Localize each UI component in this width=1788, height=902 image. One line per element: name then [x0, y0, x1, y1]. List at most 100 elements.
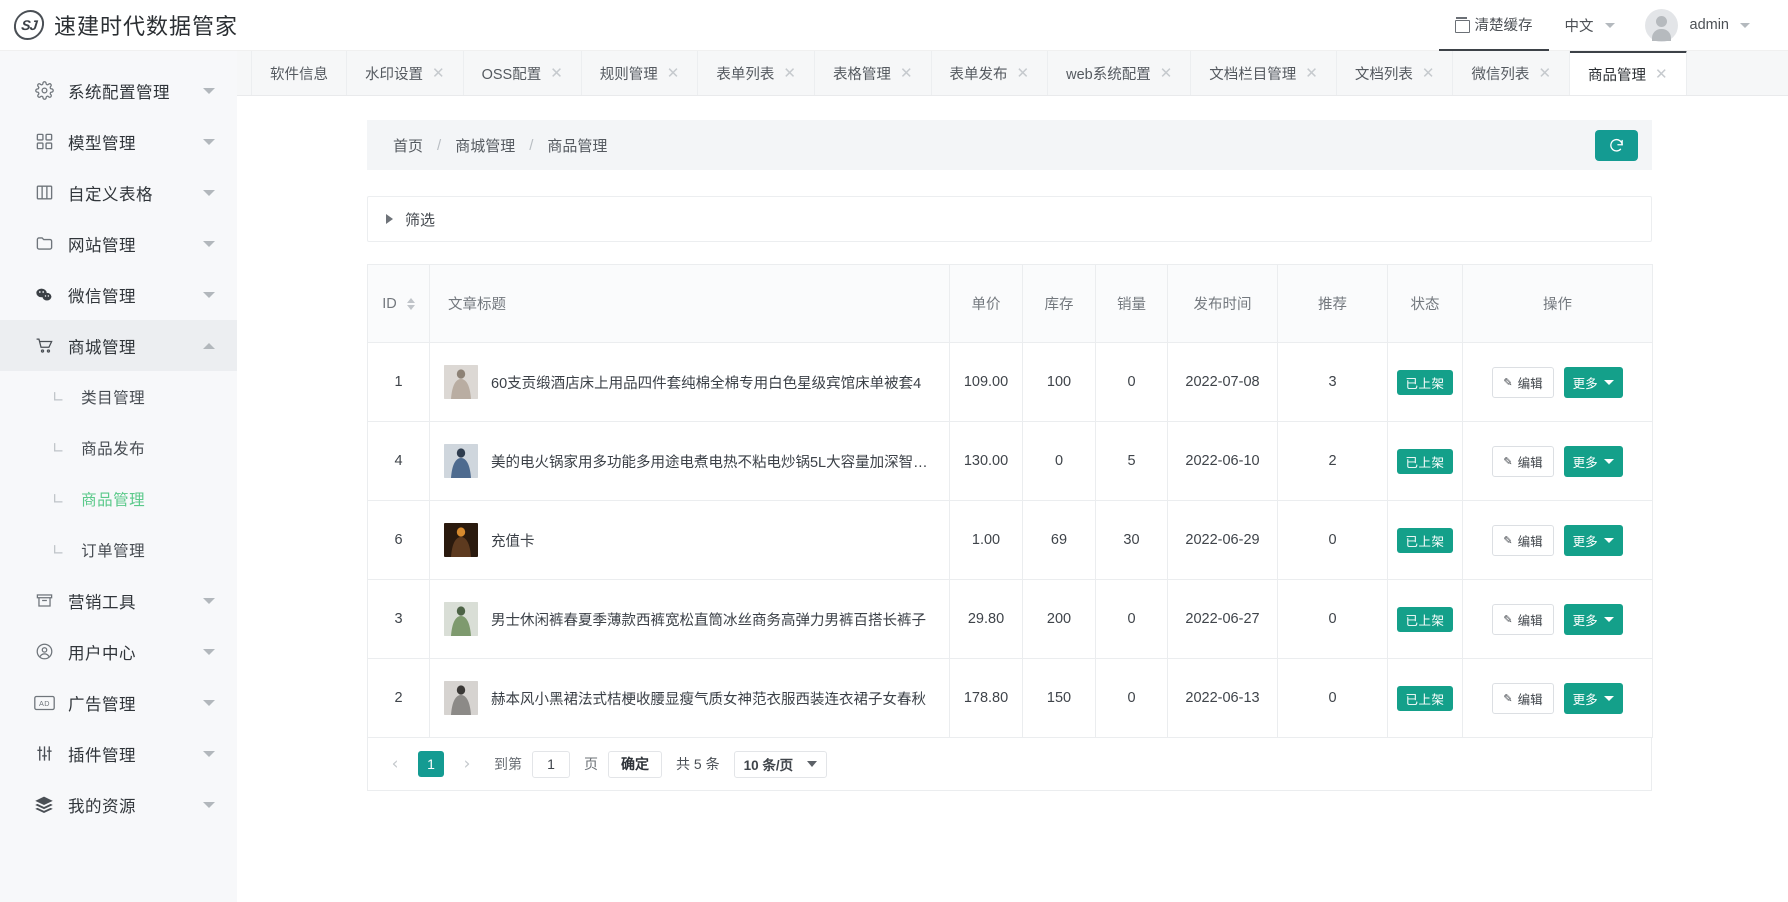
sort-icon[interactable] — [406, 297, 415, 310]
edit-button[interactable]: ✎ 编辑 — [1492, 366, 1554, 398]
chevron-down-icon — [203, 138, 215, 145]
sidebar-item-plugin-manage[interactable]: 插件管理 — [0, 728, 237, 779]
tab-web-system-config[interactable]: web系统配置 ✕ — [1048, 51, 1192, 95]
tab-form-list[interactable]: 表单列表 ✕ — [698, 51, 815, 95]
close-icon[interactable]: ✕ — [1305, 65, 1318, 81]
grid-icon — [33, 131, 55, 153]
close-icon[interactable]: ✕ — [1422, 65, 1435, 81]
ad-icon: AD — [33, 692, 55, 714]
column-header-id[interactable]: ID — [367, 264, 430, 343]
edit-button[interactable]: ✎ 编辑 — [1492, 603, 1554, 635]
trash-icon — [1454, 17, 1470, 33]
sidebar-subitem-product-manage[interactable]: ∟ 商品管理 — [0, 473, 237, 524]
close-icon[interactable]: ✕ — [1538, 65, 1551, 81]
tab-form-publish[interactable]: 表单发布 ✕ — [932, 51, 1049, 95]
sidebar-item-mall-manage[interactable]: 商城管理 — [0, 320, 237, 371]
tab-oss-config[interactable]: OSS配置 ✕ — [464, 51, 582, 95]
product-title[interactable]: 充值卡 — [491, 530, 535, 551]
cell-recommend: 2 — [1277, 421, 1388, 501]
sidebar-item-system-config[interactable]: 系统配置管理 — [0, 65, 237, 116]
sidebar-item-wechat-manage[interactable]: 微信管理 — [0, 269, 237, 320]
refresh-button[interactable] — [1595, 129, 1638, 161]
product-thumbnail[interactable] — [444, 523, 478, 557]
more-button[interactable]: 更多 — [1563, 524, 1623, 556]
chevron-down-icon — [203, 648, 215, 655]
sidebar-item-marketing-tools[interactable]: 营销工具 — [0, 575, 237, 626]
column-header-status: 状态 — [1387, 264, 1463, 343]
chevron-down-icon — [1604, 22, 1615, 28]
chevron-down-icon — [203, 597, 215, 604]
close-icon[interactable]: ✕ — [550, 65, 563, 81]
clear-cache-button[interactable]: 清楚缓存 — [1438, 0, 1549, 51]
language-label: 中文 — [1564, 18, 1594, 35]
close-icon[interactable]: ✕ — [900, 65, 913, 81]
more-button[interactable]: 更多 — [1563, 682, 1623, 714]
cell-sales: 0 — [1095, 342, 1168, 422]
avatar[interactable] — [1644, 8, 1678, 42]
close-icon[interactable]: ✕ — [783, 65, 796, 81]
sidebar-item-website-manage[interactable]: 网站管理 — [0, 218, 237, 269]
table-row: 2 赫本风小黑裙法式桔梗收腰显瘦气质女神范衣服西装连衣裙子女春秋 178.80 150… — [367, 658, 1653, 738]
tab-rule-manage[interactable]: 规则管理 ✕ — [582, 51, 699, 95]
user-menu[interactable]: admin — [1690, 0, 1767, 51]
page-number-1[interactable]: 1 — [418, 751, 444, 777]
close-icon[interactable]: ✕ — [432, 65, 445, 81]
sidebar-item-ad-manage[interactable]: AD 广告管理 — [0, 677, 237, 728]
cell-recommend: 0 — [1277, 500, 1388, 580]
edit-button[interactable]: ✎ 编辑 — [1492, 682, 1554, 714]
chevron-left-icon[interactable]: ‹ — [382, 751, 408, 777]
sidebar-subitem-product-publish[interactable]: ∟ 商品发布 — [0, 422, 237, 473]
branch-icon: ∟ — [52, 387, 66, 406]
more-button[interactable]: 更多 — [1563, 366, 1623, 398]
cell-pubtime: 2022-06-13 — [1167, 658, 1278, 738]
tab-software-info[interactable]: 软件信息 — [251, 51, 347, 95]
more-label: 更多 — [1572, 692, 1598, 707]
close-icon[interactable]: ✕ — [1655, 66, 1668, 82]
breadcrumb-item-product[interactable]: 商品管理 — [547, 135, 607, 156]
cell-ops: ✎ 编辑 更多 — [1462, 342, 1653, 422]
more-button[interactable]: 更多 — [1563, 603, 1623, 635]
edit-label: 编辑 — [1517, 613, 1543, 628]
tab-doc-category-manage[interactable]: 文档栏目管理 ✕ — [1191, 51, 1337, 95]
edit-button[interactable]: ✎ 编辑 — [1492, 445, 1554, 477]
chevron-down-icon — [1603, 695, 1614, 701]
product-title[interactable]: 赫本风小黑裙法式桔梗收腰显瘦气质女神范衣服西装连衣裙子女春秋 — [491, 688, 926, 709]
sidebar-item-label: 商城管理 — [68, 338, 136, 357]
edit-button[interactable]: ✎ 编辑 — [1492, 524, 1554, 556]
sidebar-item-my-resources[interactable]: 我的资源 — [0, 779, 237, 830]
sidebar-item-label: 系统配置管理 — [68, 83, 170, 102]
sidebar-item-user-center[interactable]: 用户中心 — [0, 626, 237, 677]
sidebar-item-model-manage[interactable]: 模型管理 — [0, 116, 237, 167]
close-icon[interactable]: ✕ — [1017, 65, 1030, 81]
tab-watermark-settings[interactable]: 水印设置 ✕ — [347, 51, 464, 95]
cell-id: 2 — [367, 658, 430, 738]
cell-price: 130.00 — [949, 421, 1023, 501]
product-thumbnail[interactable] — [444, 681, 478, 715]
product-title[interactable]: 60支贡缎酒店床上用品四件套纯棉全棉专用白色星级宾馆床单被套4 — [491, 372, 921, 393]
product-thumbnail[interactable] — [444, 365, 478, 399]
sidebar-subitem-category-manage[interactable]: ∟ 类目管理 — [0, 371, 237, 422]
tab-product-manage[interactable]: 商品管理 ✕ — [1570, 51, 1687, 95]
goto-confirm-button[interactable]: 确定 — [608, 750, 662, 778]
breadcrumb-item-home[interactable]: 首页 — [393, 135, 423, 156]
page-size-select[interactable]: 10 条/页 — [733, 750, 828, 778]
chevron-right-icon[interactable]: › — [454, 751, 480, 777]
product-thumbnail[interactable] — [444, 602, 478, 636]
sidebar-subitem-order-manage[interactable]: ∟ 订单管理 — [0, 524, 237, 575]
close-icon[interactable]: ✕ — [667, 65, 680, 81]
product-thumbnail[interactable] — [444, 444, 478, 478]
language-switcher[interactable]: 中文 — [1549, 0, 1631, 51]
tab-table-manage[interactable]: 表格管理 ✕ — [815, 51, 932, 95]
edit-label: 编辑 — [1517, 692, 1543, 707]
filter-toggle[interactable]: 筛选 — [367, 196, 1652, 242]
more-button[interactable]: 更多 — [1563, 445, 1623, 477]
tab-doc-list[interactable]: 文档列表 ✕ — [1337, 51, 1454, 95]
breadcrumb-item-mall[interactable]: 商城管理 — [455, 135, 515, 156]
close-icon[interactable]: ✕ — [1160, 65, 1173, 81]
brand[interactable]: SJ 速建时代数据管家 — [0, 9, 238, 41]
product-title[interactable]: 男士休闲裤春夏季薄款西裤宽松直筒冰丝商务高弹力男裤百搭长裤子 — [491, 609, 926, 630]
goto-page-input[interactable] — [532, 750, 570, 778]
product-title[interactable]: 美的电火锅家用多功能多用途电煮电热不粘电炒锅5L大容量加深智能断电DY… — [491, 451, 941, 472]
sidebar-item-custom-table[interactable]: 自定义表格 — [0, 167, 237, 218]
tab-wechat-list[interactable]: 微信列表 ✕ — [1453, 51, 1571, 95]
